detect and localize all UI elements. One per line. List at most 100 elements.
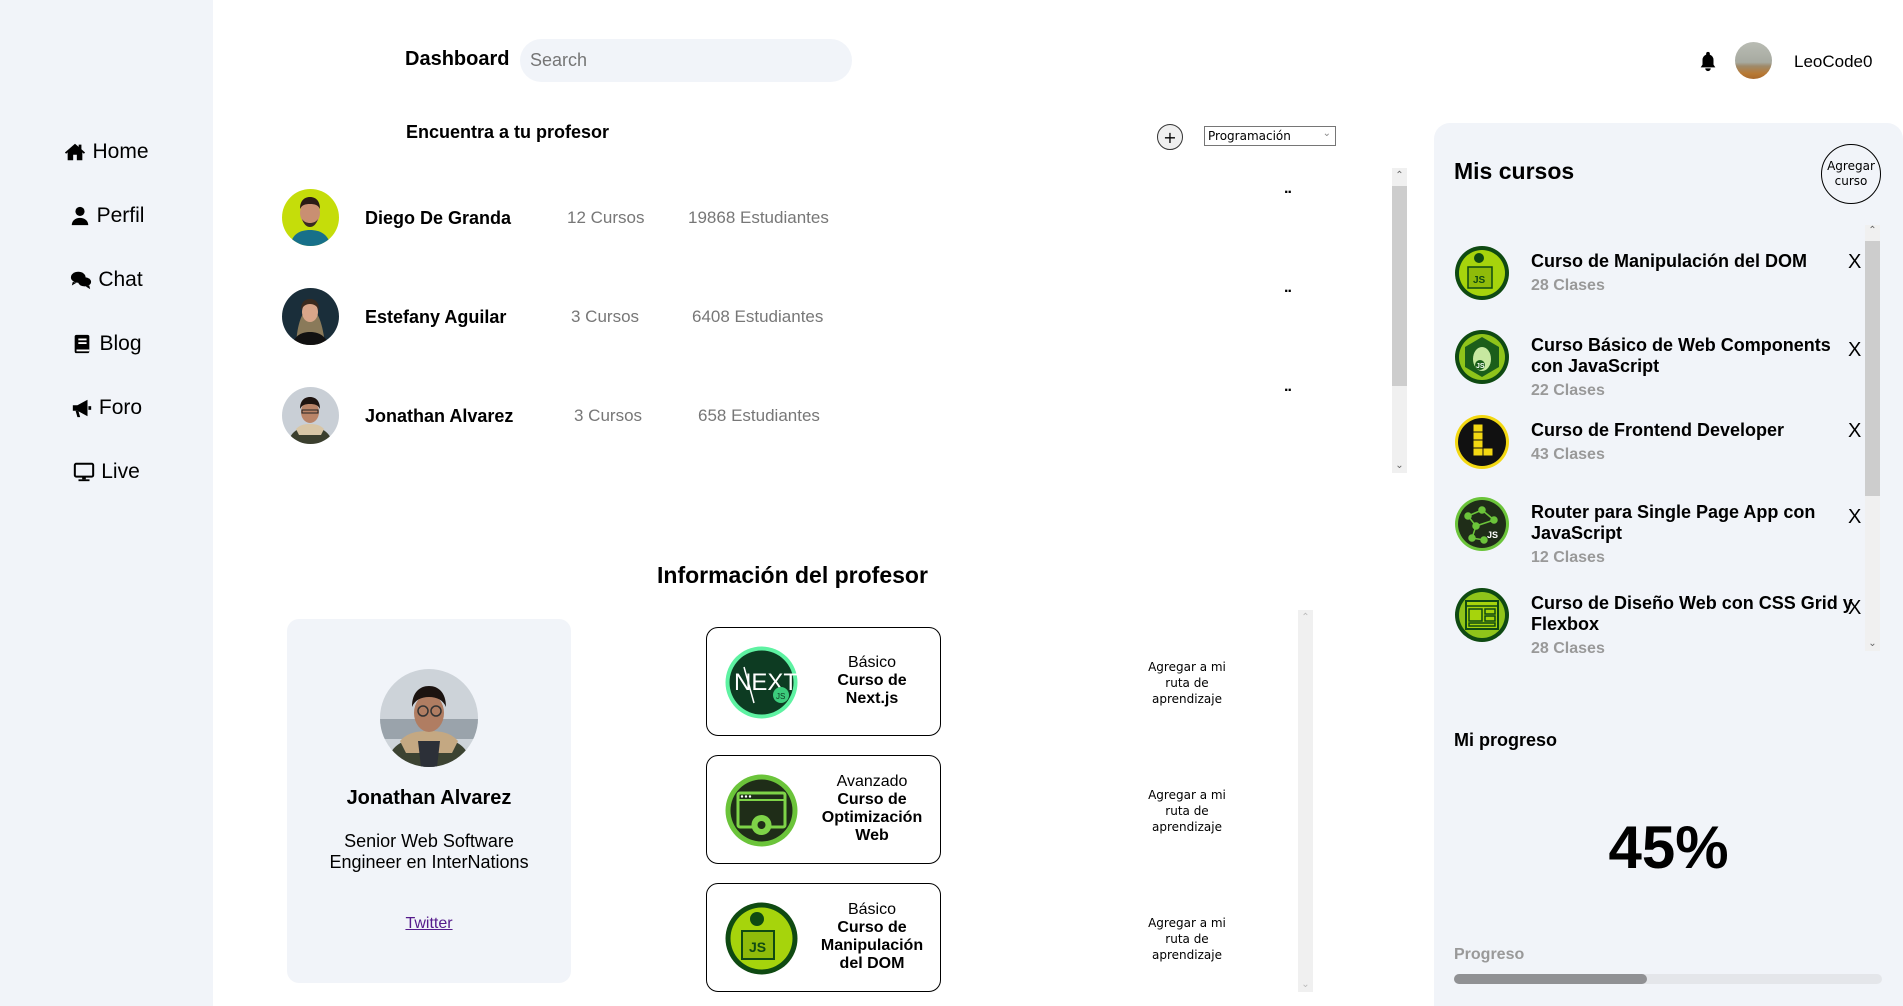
teacher-list: Diego De Granda 12 Cursos 19868 Estudian… (270, 168, 1410, 473)
dom-js-icon: JS (725, 902, 798, 975)
teacher-row[interactable]: Estefany Aguilar 3 Cursos 6408 Estudiant… (270, 279, 1370, 348)
monitor-icon (74, 462, 95, 482)
add-to-route-button[interactable]: Agregar a mi ruta de aprendizaje (1137, 915, 1237, 963)
right-panel: Mis cursos Agregar curso JS Curso de Man… (1434, 123, 1903, 1006)
sidebar-item-label: Perfil (96, 204, 145, 227)
teacher-name: Estefany Aguilar (365, 307, 507, 327)
teacher-row[interactable]: Diego De Granda 12 Cursos 19868 Estudian… (270, 180, 1370, 249)
add-course-button[interactable]: Agregar curso (1821, 144, 1881, 204)
my-courses-scrollbar[interactable]: ⌃ ⌄ (1865, 225, 1880, 651)
sidebar-item-label: Live (101, 460, 140, 483)
sidebar-item-blog[interactable]: Blog (0, 332, 213, 356)
home-icon (65, 143, 86, 161)
teacher-avatar (282, 189, 339, 246)
teacher-profile-role: Senior Web Software Engineer en InterNat… (329, 831, 529, 872)
my-course-item[interactable]: JS Router para Single Page App con JavaS… (1454, 496, 1874, 576)
add-to-route-button[interactable]: Agregar a mi ruta de aprendizaje (1137, 659, 1237, 707)
progress-bar-fill (1454, 974, 1647, 984)
search-input[interactable] (520, 39, 852, 82)
svg-text:NEXT: NEXT (734, 669, 798, 696)
scrollbar-thumb[interactable] (1392, 186, 1407, 386)
my-courses-title: Mis cursos (1454, 158, 1575, 184)
my-course-item[interactable]: Curso de Diseño Web con CSS Grid y Flexb… (1454, 587, 1874, 667)
teacher-courses: 12 Cursos (567, 208, 645, 227)
sidebar-item-label: Blog (99, 332, 142, 355)
my-course-classes: 12 Clases (1531, 549, 1605, 566)
sidebar-item-label: Chat (98, 268, 143, 291)
teacher-info-title: Información del profesor (657, 562, 928, 588)
svg-text:JS: JS (1473, 275, 1486, 286)
my-course-classes: 28 Clases (1531, 640, 1605, 657)
user-avatar[interactable] (1735, 42, 1772, 79)
web-components-icon: JS (1455, 330, 1509, 384)
scroll-up-icon[interactable]: ⌃ (1298, 612, 1313, 623)
my-course-name: Curso de Frontend Developer (1531, 420, 1785, 440)
my-course-name: Router para Single Page App con JavaScri… (1531, 502, 1816, 543)
page-title: Dashboard (405, 48, 510, 70)
course-level: Avanzado (836, 773, 908, 790)
sidebar-item-perfil[interactable]: Perfil (0, 204, 213, 228)
teacher-more-button[interactable]: .. (1284, 279, 1292, 297)
add-to-route-button[interactable]: Agregar a mi ruta de aprendizaje (1137, 787, 1237, 835)
scrollbar-thumb[interactable] (1865, 241, 1880, 496)
teacher-course-card[interactable]: JS Básico Curso de Manipulación del DOM (706, 883, 941, 992)
course-name: Curso de Optimización Web (821, 791, 923, 844)
teacher-more-button[interactable]: .. (1284, 378, 1292, 396)
teacher-more-button[interactable]: .. (1284, 180, 1292, 198)
teacher-name: Diego De Granda (365, 208, 512, 228)
teacher-students: 658 Estudiantes (698, 406, 820, 425)
teacher-name: Jonathan Alvarez (365, 406, 514, 426)
teacher-course-card[interactable]: Avanzado Curso de Optimización Web (706, 755, 941, 864)
scroll-up-icon[interactable]: ⌃ (1865, 225, 1880, 236)
scroll-down-icon[interactable]: ⌄ (1298, 979, 1313, 990)
teacher-profile-name: Jonathan Alvarez (346, 787, 512, 809)
teacher-list-scrollbar[interactable]: ⌃ ⌄ (1392, 168, 1407, 473)
teacher-avatar (282, 288, 339, 345)
sidebar-item-home[interactable]: Home (0, 140, 213, 164)
twitter-link[interactable]: Twitter (287, 915, 571, 933)
teacher-avatar (282, 387, 339, 444)
remove-course-button[interactable]: X (1848, 597, 1861, 620)
remove-course-button[interactable]: X (1848, 251, 1861, 274)
my-course-item[interactable]: JS Curso de Manipulación del DOM 28 Clas… (1454, 245, 1874, 309)
sidebar-item-live[interactable]: Live (0, 460, 213, 484)
svg-text:JS: JS (749, 939, 766, 955)
course-level: Básico (847, 654, 897, 671)
router-spa-icon: JS (1455, 497, 1509, 551)
nextjs-icon: NEXTJS (725, 646, 798, 719)
course-level: Básico (847, 901, 897, 918)
course-card-text: Básico Curso de Manipulación del DOM (812, 884, 932, 990)
my-course-item[interactable]: JS Curso Básico de Web Components con Ja… (1454, 329, 1874, 409)
teacher-row[interactable]: Jonathan Alvarez 3 Cursos 658 Estudiante… (270, 378, 1370, 447)
my-course-classes: 22 Clases (1531, 382, 1605, 399)
remove-course-button[interactable]: X (1848, 506, 1861, 529)
teacher-profile-avatar (380, 669, 478, 767)
scroll-down-icon[interactable]: ⌄ (1865, 638, 1880, 649)
megaphone-icon (72, 399, 92, 418)
sidebar-item-foro[interactable]: Foro (0, 396, 213, 420)
category-select[interactable]: Programación ⌄ (1204, 126, 1336, 146)
my-course-classes: 43 Clases (1531, 446, 1605, 463)
bell-icon[interactable] (1697, 49, 1719, 73)
chevron-down-icon: ⌄ (1322, 128, 1331, 139)
css-grid-icon (1455, 588, 1509, 642)
progress-bar (1454, 974, 1882, 984)
sidebar: Home Perfil Chat Blog Foro Live (0, 0, 213, 1006)
svg-text:JS: JS (1476, 363, 1485, 370)
scroll-down-icon[interactable]: ⌄ (1392, 460, 1407, 471)
teacher-courses-scrollbar[interactable]: ⌃ ⌄ (1298, 610, 1313, 992)
teacher-course-card[interactable]: NEXT JS Básico Curso de Next.js (706, 627, 941, 736)
add-teacher-button[interactable]: + (1157, 124, 1183, 150)
remove-course-button[interactable]: X (1848, 339, 1861, 362)
find-teacher-title: Encuentra a tu profesor (406, 122, 610, 142)
remove-course-button[interactable]: X (1848, 420, 1861, 443)
teacher-profile-card: Jonathan Alvarez Senior Web Software Eng… (287, 619, 571, 983)
my-course-item[interactable]: Curso de Frontend Developer 43 Clases X (1454, 414, 1874, 478)
scroll-up-icon[interactable]: ⌃ (1392, 170, 1407, 181)
course-card-text: Avanzado Curso de Optimización Web (812, 756, 932, 862)
web-optimization-icon (725, 774, 798, 847)
username[interactable]: LeoCode0 (1794, 52, 1872, 72)
sidebar-item-chat[interactable]: Chat (0, 268, 213, 292)
dom-js-icon: JS (1455, 246, 1509, 300)
sidebar-item-label: Foro (98, 396, 143, 419)
